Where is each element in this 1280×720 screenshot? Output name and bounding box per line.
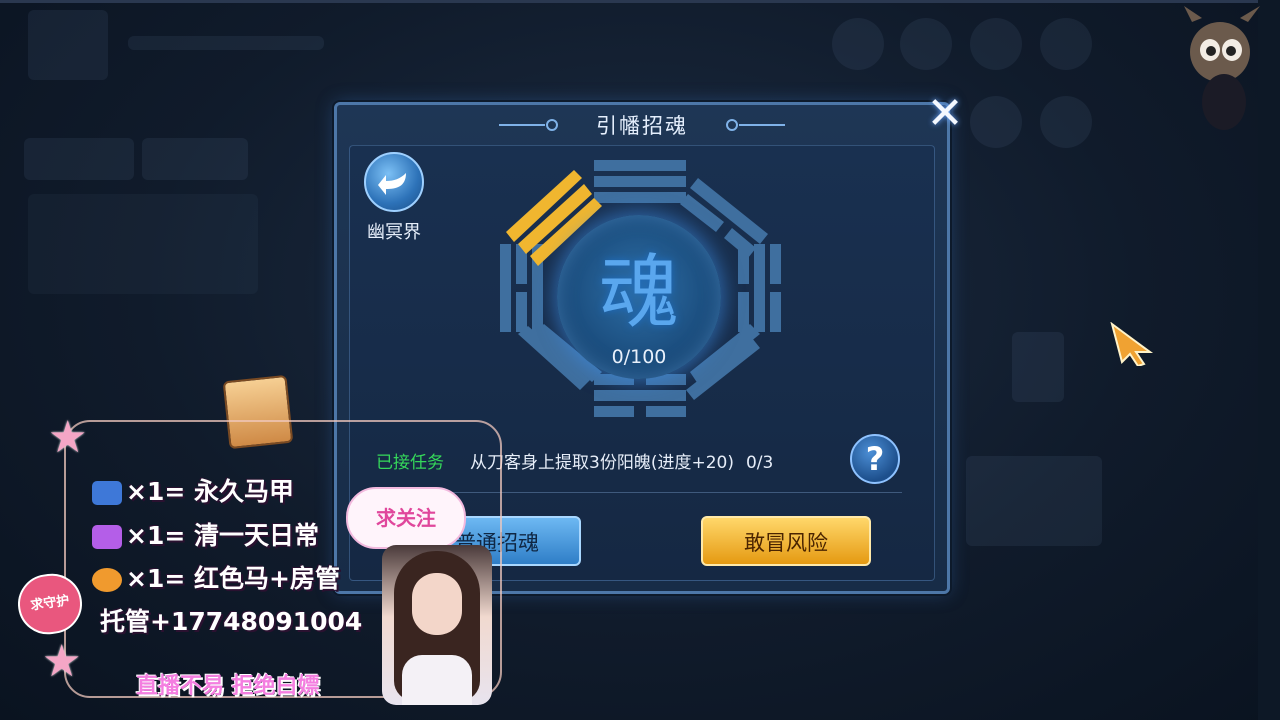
bg-button-1-dim <box>24 138 134 180</box>
player-avatar-dim <box>28 10 108 80</box>
overlay-line-3-text: ×1= 红色马+房管 <box>126 564 340 593</box>
star-icon: ★ <box>48 412 88 463</box>
flame-icon <box>92 568 122 592</box>
task-description: 从刀客身上提取3份阳魄(进度+20) <box>470 453 734 473</box>
star-icon: ★ <box>42 636 82 687</box>
overlay-line-3: ×1= 红色马+房管 <box>92 559 340 595</box>
feather-icon <box>92 525 122 549</box>
overlay-line-2: ×1= 清一天日常 <box>92 516 319 552</box>
webcam-face <box>412 573 462 635</box>
top-strip <box>0 0 1280 3</box>
back-button-label: 幽冥界 <box>367 222 421 243</box>
bg-panel-right <box>966 456 1102 546</box>
webcam-dress <box>402 655 472 705</box>
player-hp-bar-dim <box>128 36 324 50</box>
follow-bubble: 求关注 <box>346 487 466 549</box>
bg-icon-2 <box>900 18 952 70</box>
bg-icon-6 <box>1040 96 1092 148</box>
cat-mascot-icon <box>1184 6 1260 130</box>
badge-icon <box>92 481 122 505</box>
soul-glyph: 魂 <box>599 246 679 339</box>
task-count: 0/3 <box>745 453 774 473</box>
help-button[interactable]: ? <box>850 434 900 484</box>
overlay-line-1: ×1= 永久马甲 <box>92 472 294 508</box>
bg-button-2-dim <box>142 138 248 180</box>
return-arrow-icon <box>378 173 406 195</box>
bg-icon-3 <box>970 18 1022 70</box>
dialog-title: 引幡招魂 <box>596 114 688 138</box>
overlay-line-2-text: ×1= 清一天日常 <box>126 521 319 550</box>
arrow-cursor-icon <box>1110 322 1154 366</box>
overlay-line-4: 托管+17748091004 <box>100 602 362 638</box>
bg-quest-panel-dim <box>28 194 258 294</box>
overlay-banner: 直播不易 拒绝白嫖 <box>136 674 320 699</box>
close-button[interactable]: ✕ <box>925 92 965 136</box>
bg-card-right <box>1012 332 1064 402</box>
streamer-webcam <box>382 545 492 705</box>
bg-icon-4 <box>1040 18 1092 70</box>
bg-icon-1 <box>832 18 884 70</box>
back-to-underworld-button[interactable] <box>364 152 424 212</box>
risk-summon-button[interactable]: 敢冒风险 <box>701 516 871 566</box>
overlay-line-4-text: 托管+17748091004 <box>100 607 363 636</box>
header-ornament-right-icon <box>725 119 785 131</box>
overlay-line-1-text: ×1= 永久马甲 <box>126 477 294 506</box>
header-ornament-left-icon <box>499 119 559 131</box>
bg-icon-5 <box>970 96 1022 148</box>
soul-progress: 0/100 <box>611 346 667 368</box>
dialog-header: 引幡招魂 <box>337 105 947 145</box>
